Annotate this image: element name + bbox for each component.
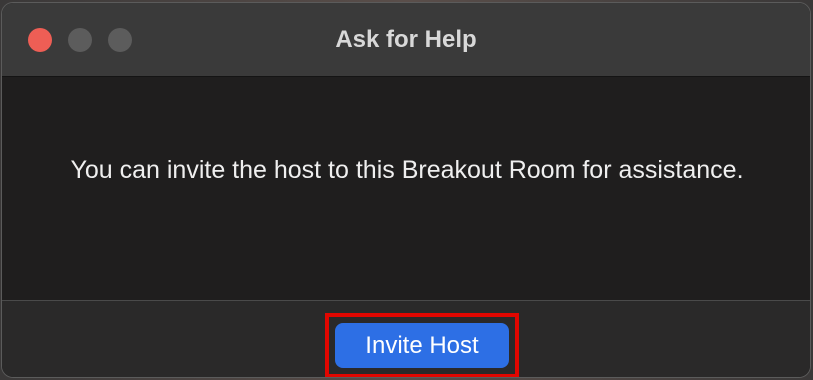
title-bar: Ask for Help [2, 3, 810, 77]
invite-host-button[interactable]: Invite Host [335, 323, 509, 368]
dialog-content: You can invite the host to this Breakout… [2, 77, 810, 300]
window-title: Ask for Help [335, 26, 477, 53]
ask-for-help-dialog: Ask for Help You can invite the host to … [1, 2, 811, 378]
dialog-footer: Invite Host [2, 300, 810, 377]
dialog-message: You can invite the host to this Breakout… [70, 156, 744, 184]
